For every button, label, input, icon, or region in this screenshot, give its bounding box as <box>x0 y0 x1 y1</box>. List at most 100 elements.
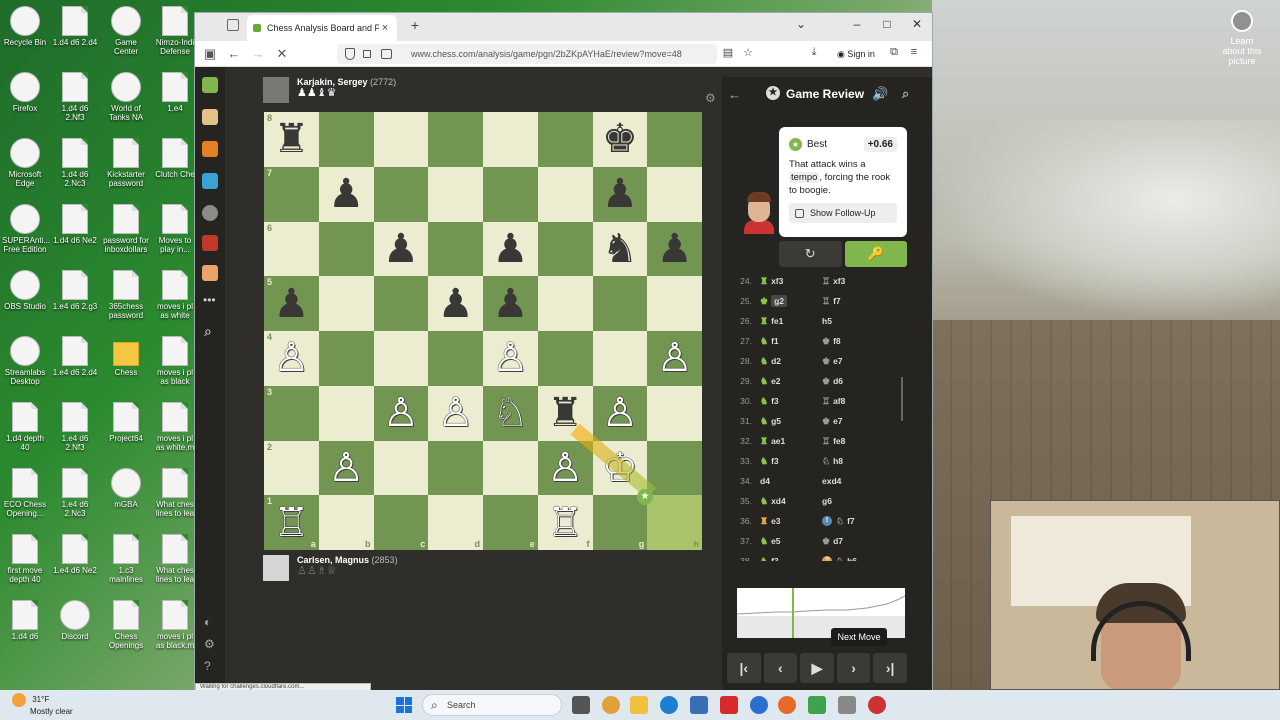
desktop-icon[interactable]: What ches lines to lea <box>152 468 198 518</box>
black-move[interactable]: ♚ e7 <box>822 416 884 427</box>
chess-piece[interactable]: ♙ <box>328 448 364 488</box>
desktop-icon[interactable]: What ches lines to lea <box>152 534 198 584</box>
play-button[interactable]: ▶ <box>800 653 834 683</box>
social-icon[interactable] <box>202 265 218 281</box>
minimize-button[interactable]: – <box>847 17 867 31</box>
square-c3[interactable]: ♙ <box>373 385 429 441</box>
desktop-icon[interactable]: Firefox <box>2 72 48 113</box>
edge-icon[interactable] <box>660 696 678 714</box>
sign-in-button[interactable]: ◉ Sign in <box>831 45 881 63</box>
bookmark-star-icon[interactable]: ☆ <box>741 46 755 59</box>
task-view-icon[interactable] <box>572 696 590 714</box>
desktop-icon[interactable]: Moves to play in... <box>152 204 198 254</box>
black-move[interactable]: ♖ xf3 <box>822 276 884 287</box>
square-b7[interactable]: ♟ <box>318 166 374 222</box>
square-d7[interactable] <box>428 166 483 222</box>
stop-loading-button[interactable]: ✕ <box>275 46 289 62</box>
chess-piece[interactable]: ♟ <box>383 229 419 269</box>
previous-move-button[interactable]: ‹ <box>763 653 798 683</box>
play-icon[interactable] <box>202 109 218 125</box>
white-move[interactable]: ♞ f3 <box>760 456 822 467</box>
desktop-icon[interactable]: Project64 <box>103 402 149 443</box>
white-move[interactable]: ♜ e3 <box>760 516 822 527</box>
reader-view-icon[interactable]: ▤ <box>721 46 735 59</box>
desktop-icon[interactable]: 1.d4 d6 2.d4 <box>52 6 98 47</box>
square-b6[interactable] <box>318 221 374 277</box>
taskbar-search[interactable]: Search <box>422 694 562 716</box>
desktop-icon[interactable]: Streamlabs Desktop <box>2 336 48 386</box>
desktop-icon[interactable]: SUPERAnti... Free Edition <box>2 204 50 254</box>
desktop-icon[interactable]: ECO Chess Opening... <box>2 468 48 518</box>
chess-piece[interactable]: ♟ <box>328 174 364 214</box>
desktop-icon[interactable]: 1.d4 d6 2.Nc3 <box>52 138 98 188</box>
square-c2[interactable] <box>373 440 429 496</box>
desktop-icon[interactable]: moves i pl as black.m <box>152 600 198 650</box>
square-f8[interactable] <box>537 112 593 167</box>
desktop-icon[interactable]: Discord <box>52 600 98 641</box>
desktop-icon[interactable]: 1.d4 d6 <box>2 600 48 641</box>
square-c4[interactable] <box>373 331 429 386</box>
firefox-taskbar-icon[interactable] <box>778 696 796 714</box>
square-f1[interactable]: ♖ f <box>537 495 593 550</box>
chess-piece[interactable]: ♚ <box>602 119 638 159</box>
square-e5[interactable]: ♟ <box>483 276 538 331</box>
square-c7[interactable] <box>373 166 429 222</box>
black-move[interactable]: ♘ h8 <box>822 456 884 467</box>
desktop-icon[interactable]: 365chess password <box>103 270 149 320</box>
learn-icon[interactable] <box>202 173 218 189</box>
help-icon[interactable]: ? <box>204 659 211 673</box>
black-move[interactable]: g6 <box>822 496 884 506</box>
desktop-icon[interactable]: 1.e4 d6 2.d4 <box>52 336 98 377</box>
chess-piece[interactable]: ♘ <box>492 393 528 433</box>
square-b4[interactable] <box>318 331 374 386</box>
learn-about-picture[interactable]: Learn about this picture <box>1220 10 1264 66</box>
white-move[interactable]: ♞ e5 <box>760 536 822 547</box>
close-window-button[interactable]: ✕ <box>907 17 927 31</box>
desktop-icon[interactable]: 1.e4 d6 2.Nf3 <box>52 402 98 452</box>
square-g3[interactable]: ♙ <box>592 385 648 441</box>
desktop-icon[interactable]: Chess <box>103 336 149 377</box>
square-h5[interactable] <box>647 276 702 331</box>
avatar[interactable] <box>263 555 289 581</box>
weather-widget[interactable]: 31°F Mostly clear <box>12 693 73 717</box>
desktop-icon[interactable]: 1.e4 d6 Ne2 <box>52 534 98 575</box>
white-move[interactable]: d4 <box>760 476 822 486</box>
desktop-icon[interactable]: OBS Studio <box>2 270 48 311</box>
square-a6[interactable]: 6 <box>264 221 319 277</box>
square-a1[interactable]: ♖ 1 a <box>264 495 319 550</box>
square-a8[interactable]: ♜ 8 <box>264 112 319 167</box>
chess-piece[interactable]: ♟ <box>602 174 638 214</box>
square-d8[interactable] <box>428 112 483 167</box>
square-e7[interactable] <box>483 166 538 222</box>
square-a5[interactable]: ♟ 5 <box>264 276 319 331</box>
square-b8[interactable] <box>318 112 374 167</box>
forward-button[interactable]: → <box>251 46 265 61</box>
square-f7[interactable] <box>537 166 593 222</box>
white-move[interactable]: ♜ fe1 <box>760 316 822 327</box>
square-h7[interactable] <box>647 166 702 222</box>
white-move[interactable]: ♞ f3 <box>760 556 822 562</box>
square-f2[interactable]: ♙ <box>537 440 593 496</box>
desktop-icon[interactable]: moves i pl as black <box>152 336 198 386</box>
square-h1[interactable]: h <box>647 495 702 550</box>
white-move[interactable]: ♞ xd4 <box>760 496 822 507</box>
square-c8[interactable] <box>373 112 429 167</box>
desktop-icon[interactable]: password for inboxdollars <box>103 204 149 254</box>
chess-piece[interactable]: ♞ <box>602 229 638 269</box>
square-f4[interactable] <box>537 331 593 386</box>
chess-piece[interactable]: ♟ <box>492 284 528 324</box>
extensions-icon[interactable]: ⧉ <box>887 46 901 59</box>
black-move[interactable]: ♖ af8 <box>822 396 884 407</box>
square-c6[interactable]: ♟ <box>373 221 429 277</box>
square-c5[interactable] <box>373 276 429 331</box>
chess-piece[interactable]: ♟ <box>438 284 474 324</box>
theme-icon[interactable]: ◐ <box>204 615 211 629</box>
back-arrow-icon[interactable]: ← <box>728 87 741 102</box>
desktop-icon[interactable]: first move depth 40 <box>2 534 48 584</box>
tab-chess-analysis[interactable]: Chess Analysis Board and P × <box>247 15 397 41</box>
desktop-icon[interactable]: Kickstarter password <box>103 138 149 188</box>
watch-icon[interactable] <box>202 205 218 221</box>
white-move[interactable]: ♜ xf3 <box>760 276 822 287</box>
square-e2[interactable] <box>483 440 538 496</box>
avatar[interactable] <box>263 77 289 103</box>
